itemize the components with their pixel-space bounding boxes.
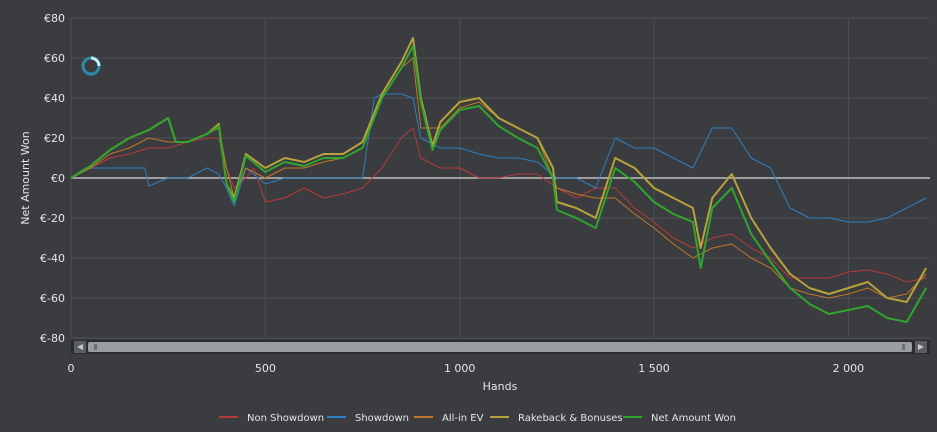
horizontal-scrollbar[interactable] (71, 340, 930, 354)
legend-item-label: All-in EV (442, 413, 484, 424)
y-tick-label: €60 (44, 52, 65, 65)
x-tick-label: 500 (255, 362, 276, 375)
y-tick-label: €-60 (40, 292, 65, 305)
scroll-thumb-grip-right-icon (902, 344, 905, 350)
scroll-thumb-grip-left-icon (94, 344, 97, 350)
x-tick-label: 2 000 (833, 362, 865, 375)
net-won-line-chart: €-80 €-60 €-40 €-20 €0 €20 €40 €60 €80 0 500 1 000… (19, 12, 930, 424)
y-tick-label: €40 (44, 92, 65, 105)
x-tick-label: 0 (68, 362, 75, 375)
legend-item-label: Rakeback & Bonuses (518, 413, 623, 424)
y-tick-label: €0 (51, 172, 65, 185)
legend-item-label: Net Amount Won (651, 413, 736, 424)
y-tick-label: €-80 (40, 332, 65, 345)
y-tick-label: €-40 (40, 252, 65, 265)
x-tick-label: 1 500 (638, 362, 670, 375)
y-tick-label: €80 (44, 12, 65, 25)
legend-item-label: Non Showdown (247, 413, 324, 424)
x-axis-ticks: 0 500 1 000 1 500 2 000 (68, 362, 865, 375)
y-axis-label: Net Amount Won (19, 131, 32, 224)
legend: Non Showdown Showdown All-in EV Rakeback & … (219, 413, 736, 424)
y-tick-label: €20 (44, 132, 65, 145)
legend-item-label: Showdown (355, 413, 409, 424)
chart-container: €-80 €-60 €-40 €-20 €0 €20 €40 €60 €80 0 500 1 000… (0, 0, 937, 428)
scroll-thumb[interactable] (88, 342, 912, 352)
y-tick-label: €-20 (40, 212, 65, 225)
x-tick-label: 1 000 (444, 362, 476, 375)
x-axis-label: Hands (483, 380, 518, 393)
y-axis-ticks: €-80 €-60 €-40 €-20 €0 €20 €40 €60 €80 (40, 12, 65, 345)
